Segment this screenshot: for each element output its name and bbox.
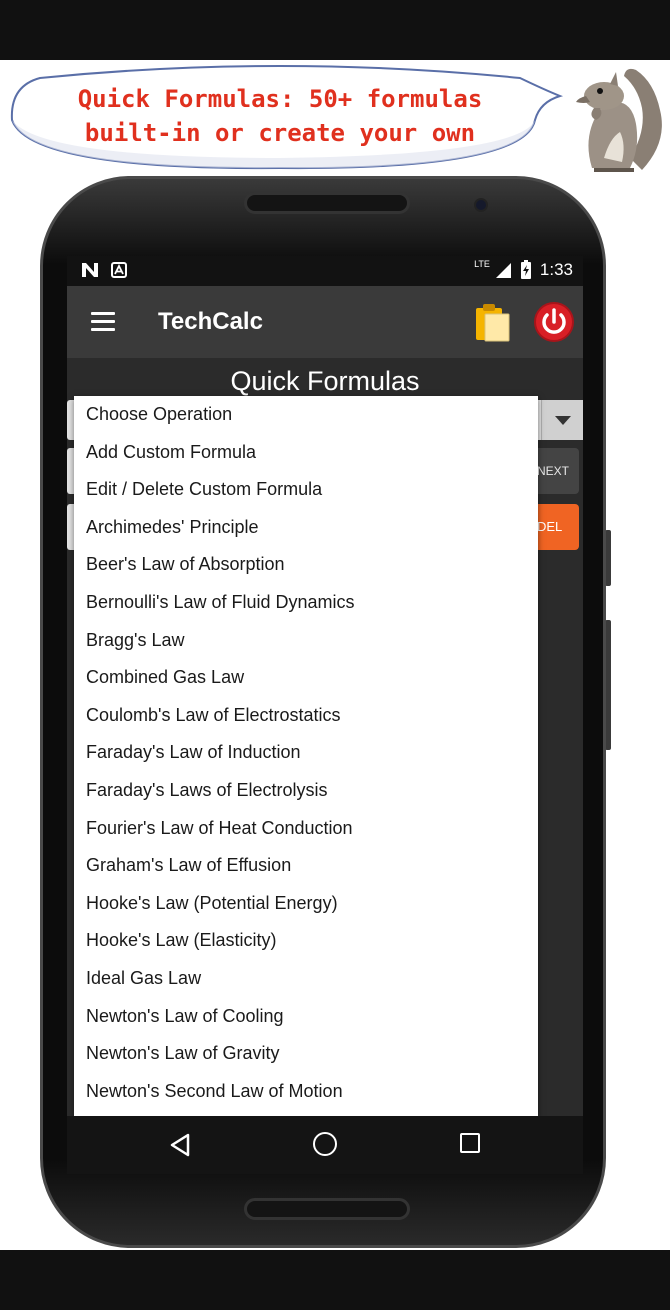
n-icon [82, 263, 98, 277]
list-item[interactable]: Add Custom Formula [74, 434, 538, 472]
chevron-down-icon[interactable] [541, 400, 583, 440]
a-icon [111, 262, 127, 278]
list-item[interactable]: Fourier's Law of Heat Conduction [74, 810, 538, 848]
bottom-speaker [244, 1198, 410, 1220]
phone-screen: LTE 1:33 TechCalc Quick Formulas NEXT DE… [67, 256, 583, 1174]
battery-charging-icon [520, 260, 531, 279]
clipboard-icon[interactable] [473, 302, 511, 342]
list-item[interactable]: Faraday's Law of Induction [74, 734, 538, 772]
power-icon[interactable] [534, 302, 574, 342]
list-item[interactable]: Ideal Gas Law [74, 960, 538, 998]
recents-icon[interactable] [460, 1133, 480, 1153]
page: Quick Formulas: 50+ formulas built-in or… [0, 0, 670, 1310]
app-title: TechCalc [158, 308, 263, 335]
top-speaker [244, 192, 410, 214]
status-right-icons: LTE 1:33 [470, 259, 573, 280]
network-type: LTE [474, 259, 490, 269]
banner-line-2: built-in or create your own [84, 119, 476, 147]
next-button[interactable]: NEXT [533, 448, 579, 494]
signal-icon [495, 263, 511, 278]
list-item[interactable]: Newton's Law of Gravity [74, 1035, 538, 1073]
list-item[interactable]: Archimedes' Principle [74, 509, 538, 547]
list-item[interactable]: Bernoulli's Law of Fluid Dynamics [74, 584, 538, 622]
list-item[interactable]: Hooke's Law (Potential Energy) [74, 885, 538, 923]
system-nav-bar [67, 1116, 583, 1174]
home-icon[interactable] [313, 1132, 337, 1156]
squirrel-mascot-icon [576, 68, 662, 172]
menu-icon[interactable] [91, 312, 115, 332]
list-item[interactable]: Graham's Law of Effusion [74, 847, 538, 885]
promo-banner: Quick Formulas: 50+ formulas built-in or… [0, 60, 670, 176]
banner-line-1: Quick Formulas: 50+ formulas [77, 85, 483, 113]
banner-caption: Quick Formulas: 50+ formulas built-in or… [40, 82, 520, 150]
list-item[interactable]: Bragg's Law [74, 622, 538, 660]
list-item[interactable]: Faraday's Laws of Electrolysis [74, 772, 538, 810]
operation-dropdown-list: Choose Operation Add Custom Formula Edit… [74, 396, 538, 1116]
list-item[interactable]: Newton's Second Law of Motion [74, 1073, 538, 1111]
page-title: Quick Formulas [230, 366, 420, 396]
app-bar: TechCalc [67, 286, 583, 358]
del-button[interactable]: DEL [533, 504, 579, 550]
status-left-icons [81, 262, 127, 278]
front-camera [474, 198, 488, 212]
list-item[interactable]: Edit / Delete Custom Formula [74, 471, 538, 509]
clock-time: 1:33 [539, 260, 573, 279]
list-item[interactable]: Combined Gas Law [74, 659, 538, 697]
list-item[interactable]: Hooke's Law (Elasticity) [74, 922, 538, 960]
list-item[interactable]: Beer's Law of Absorption [74, 546, 538, 584]
status-bar: LTE 1:33 [67, 256, 583, 286]
list-item[interactable]: Coulomb's Law of Electrostatics [74, 697, 538, 735]
list-item[interactable]: Choose Operation [74, 396, 538, 434]
back-icon[interactable] [169, 1133, 191, 1157]
list-item[interactable]: Newton's Law of Cooling [74, 998, 538, 1036]
